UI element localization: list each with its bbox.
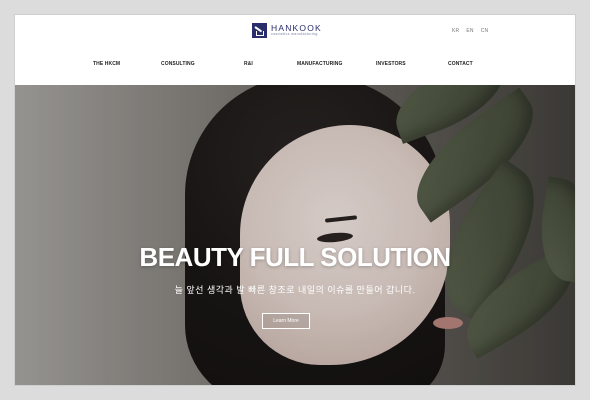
- language-switcher: KR EN CN: [452, 28, 488, 34]
- hero-title: BEAUTY FULL SOLUTION: [139, 242, 451, 272]
- nav-item-contact[interactable]: CONTACT: [448, 61, 473, 67]
- hero-overlay: [15, 85, 575, 385]
- nav-item-investors[interactable]: INVESTORS: [376, 61, 406, 67]
- language-cn[interactable]: CN: [481, 28, 489, 34]
- logo-tagline: cosmetics manufacturing: [271, 32, 318, 37]
- language-en[interactable]: EN: [466, 28, 473, 34]
- hero-subtitle: 늘 앞선 생각과 발 빠른 창조로 내일의 이슈를 만들어 갑니다.: [174, 285, 416, 295]
- hero-banner: BEAUTY FULL SOLUTION 늘 앞선 생각과 발 빠른 창조로 내…: [15, 85, 575, 385]
- logo-mark-icon: [252, 23, 267, 38]
- site-header: HANKOOK cosmetics manufacturing KR EN CN…: [15, 15, 575, 85]
- learn-more-button[interactable]: Learn More: [262, 313, 310, 329]
- logo-name: HANKOOK: [271, 22, 322, 33]
- nav-item-manufacturing[interactable]: MANUFACTURING: [297, 61, 342, 67]
- brand-logo[interactable]: HANKOOK cosmetics manufacturing: [252, 23, 322, 38]
- nav-item-consulting[interactable]: CONSULTING: [161, 61, 195, 67]
- language-kr[interactable]: KR: [452, 28, 459, 34]
- nav-item-ri[interactable]: R&I: [244, 61, 253, 67]
- main-nav: THE HKCM CONSULTING R&I MANUFACTURING IN…: [15, 61, 575, 71]
- browser-frame: HANKOOK cosmetics manufacturing KR EN CN…: [15, 15, 575, 385]
- nav-item-the-hkcm[interactable]: THE HKCM: [93, 61, 120, 67]
- logo-text-group: HANKOOK cosmetics manufacturing: [271, 24, 322, 37]
